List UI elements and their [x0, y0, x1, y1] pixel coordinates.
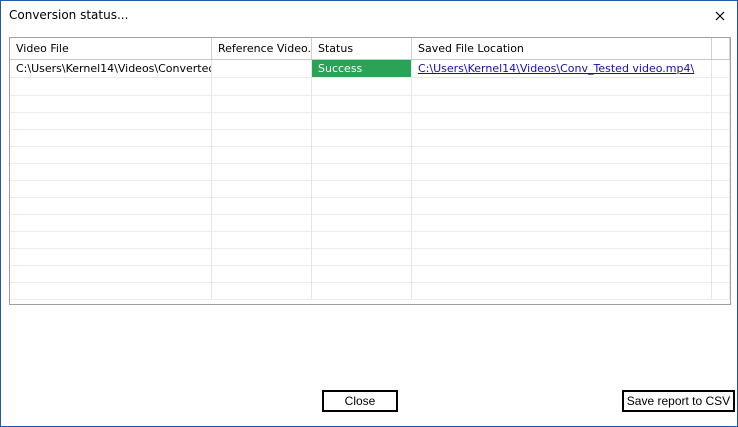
empty-cell	[712, 282, 730, 299]
empty-table-row	[10, 282, 730, 300]
grid-header: Video File Reference Video... Status Sav…	[10, 38, 730, 60]
empty-cell	[212, 129, 312, 146]
column-header-filler	[712, 38, 730, 59]
empty-table-row	[10, 78, 730, 96]
empty-cell	[212, 180, 312, 197]
empty-cell	[212, 78, 312, 95]
empty-cell	[412, 95, 712, 112]
empty-cell	[712, 248, 730, 265]
empty-cell	[312, 129, 412, 146]
empty-cell	[712, 214, 730, 231]
empty-cell	[10, 248, 212, 265]
empty-cell	[412, 163, 712, 180]
save-report-csv-button[interactable]: Save report to CSV	[622, 390, 735, 412]
cell-saved-file-location: C:\Users\Kernel14\Videos\Conv_Tested vid…	[412, 60, 712, 77]
empty-table-row	[10, 180, 730, 198]
empty-cell	[712, 129, 730, 146]
empty-cell	[312, 214, 412, 231]
empty-cell	[312, 231, 412, 248]
empty-cell	[212, 231, 312, 248]
empty-cell	[412, 214, 712, 231]
empty-table-row	[10, 231, 730, 249]
empty-cell	[712, 197, 730, 214]
empty-cell	[712, 78, 730, 95]
empty-cell	[212, 146, 312, 163]
empty-cell	[412, 231, 712, 248]
empty-table-row	[10, 214, 730, 232]
empty-table-row	[10, 129, 730, 147]
empty-table-row	[10, 265, 730, 283]
empty-cell	[212, 214, 312, 231]
empty-cell	[712, 180, 730, 197]
close-button[interactable]: Close	[322, 390, 398, 412]
empty-cell	[312, 265, 412, 282]
empty-cell	[212, 163, 312, 180]
column-header-reference-video[interactable]: Reference Video...	[212, 38, 312, 59]
empty-cell	[412, 129, 712, 146]
table-row[interactable]: C:\Users\Kernel14\Videos\Converted... Su…	[10, 60, 730, 78]
cell-reference-video	[212, 60, 312, 77]
cell-video-file: C:\Users\Kernel14\Videos\Converted...	[10, 60, 212, 77]
empty-cell	[412, 282, 712, 299]
empty-cell	[312, 282, 412, 299]
empty-cell	[10, 265, 212, 282]
empty-cell	[212, 197, 312, 214]
empty-cell	[10, 231, 212, 248]
column-header-video-file[interactable]: Video File	[10, 38, 212, 59]
empty-table-row	[10, 248, 730, 266]
empty-cell	[10, 146, 212, 163]
empty-cell	[712, 163, 730, 180]
empty-cell	[712, 95, 730, 112]
empty-cell	[412, 197, 712, 214]
empty-cell	[212, 265, 312, 282]
conversion-results-grid[interactable]: Video File Reference Video... Status Sav…	[9, 37, 731, 305]
empty-cell	[312, 95, 412, 112]
empty-cell	[312, 78, 412, 95]
conversion-status-dialog: Conversion status... Video File Referenc…	[0, 0, 738, 427]
empty-cell	[212, 282, 312, 299]
title-bar: Conversion status...	[1, 1, 737, 31]
empty-cell	[412, 146, 712, 163]
empty-cell	[312, 112, 412, 129]
empty-cell	[312, 180, 412, 197]
empty-cell	[10, 112, 212, 129]
empty-cell	[10, 282, 212, 299]
empty-cell	[712, 112, 730, 129]
empty-cell	[712, 231, 730, 248]
empty-cell	[312, 163, 412, 180]
empty-cell	[712, 265, 730, 282]
empty-cell	[412, 265, 712, 282]
empty-table-row	[10, 112, 730, 130]
empty-cell	[312, 197, 412, 214]
empty-cell	[212, 248, 312, 265]
empty-cell	[10, 95, 212, 112]
column-header-status[interactable]: Status	[312, 38, 412, 59]
empty-cell	[212, 112, 312, 129]
empty-table-row	[10, 146, 730, 164]
empty-cell	[412, 112, 712, 129]
status-badge: Success	[312, 60, 412, 77]
empty-cell	[312, 248, 412, 265]
empty-cell	[10, 214, 212, 231]
empty-table-row	[10, 95, 730, 113]
empty-cell	[10, 180, 212, 197]
empty-cell	[412, 78, 712, 95]
column-header-saved-file-location[interactable]: Saved File Location	[412, 38, 712, 59]
empty-cell	[10, 129, 212, 146]
empty-table-row	[10, 163, 730, 181]
close-icon[interactable]	[709, 5, 731, 27]
saved-file-link[interactable]: C:\Users\Kernel14\Videos\Conv_Tested vid…	[418, 62, 694, 75]
empty-cell	[10, 197, 212, 214]
empty-cell	[10, 78, 212, 95]
empty-table-row	[10, 197, 730, 215]
empty-cell	[712, 146, 730, 163]
empty-cell	[10, 163, 212, 180]
empty-cell	[312, 146, 412, 163]
empty-cell	[412, 180, 712, 197]
empty-cell	[212, 95, 312, 112]
empty-cell	[412, 248, 712, 265]
cell-filler	[712, 60, 730, 77]
dialog-title: Conversion status...	[9, 8, 129, 22]
